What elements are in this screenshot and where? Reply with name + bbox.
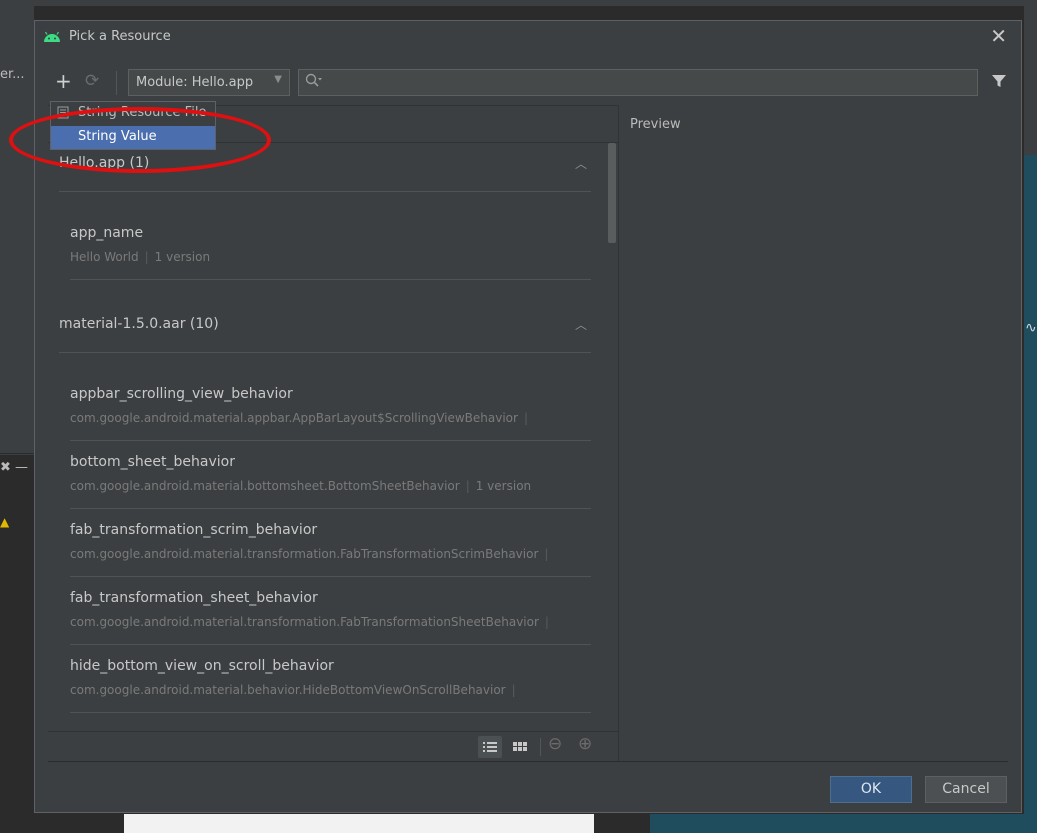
resource-name: app_name [70, 225, 144, 241]
warning-icon: ▲ [0, 515, 10, 529]
section-title: Hello.app (1) [59, 155, 150, 171]
list-item[interactable]: appbar_scrolling_view_behavior com.googl… [70, 374, 591, 441]
add-resource-button[interactable]: + [55, 71, 72, 91]
section-header-material[interactable]: material-1.5.0.aar (10) ︿ [59, 304, 591, 353]
ide-left-close-icon[interactable]: ✖ — [0, 460, 28, 475]
resource-name: fab_transformation_sheet_behavior [70, 590, 318, 606]
menu-item-label: String Resource File [78, 105, 207, 120]
separator: | [511, 683, 516, 697]
section-title: material-1.5.0.aar (10) [59, 316, 219, 332]
resource-name: fab_transformation_scrim_behavior [70, 522, 318, 538]
resource-value: com.google.android.material.appbar.AppBa… [70, 411, 528, 425]
list-scrollbar[interactable] [608, 143, 616, 243]
add-resource-popup-menu: String Resource File String Value [50, 101, 216, 150]
separator: | [544, 615, 549, 629]
resource-version: 1 version [154, 250, 211, 264]
menu-item-label: String Value [78, 129, 157, 144]
footer-divider [48, 761, 1008, 762]
menu-item-string-resource-file[interactable]: String Resource File [51, 102, 215, 124]
wave-icon: ∿ [1025, 320, 1037, 336]
ok-button[interactable]: OK [830, 776, 912, 803]
resource-list-panel: Hello.app (1) ︿ app_name Hello World | 1 v… [48, 105, 618, 762]
list-item[interactable]: hide_bottom_view_on_scroll_behavior com.… [70, 646, 591, 713]
bottom-bar-divider [540, 738, 541, 756]
search-input[interactable] [325, 73, 969, 94]
android-icon [44, 31, 60, 42]
filter-icon[interactable] [991, 73, 1007, 89]
preview-label: Preview [630, 117, 681, 132]
chevron-up-icon[interactable]: ︿ [575, 155, 587, 172]
ide-top-bar [0, 0, 1037, 6]
refresh-icon[interactable]: ⟳ [85, 71, 99, 91]
separator: | [465, 479, 470, 493]
resource-version: 1 version [475, 479, 532, 493]
preview-panel: Preview [619, 105, 1009, 761]
dialog-title: Pick a Resource [69, 29, 171, 44]
ide-right-editor [1024, 155, 1037, 833]
resource-value-text: Hello World [70, 250, 139, 264]
resource-value: com.google.android.material.transformati… [70, 615, 549, 629]
section-header-hello-app[interactable]: Hello.app (1) ︿ [59, 143, 591, 192]
resource-name: hide_bottom_view_on_scroll_behavior [70, 658, 334, 674]
grid-view-icon [513, 742, 527, 751]
resource-value: Hello World | 1 version [70, 250, 210, 264]
file-icon [57, 106, 69, 119]
resource-value-text: com.google.android.material.transformati… [70, 547, 539, 561]
resource-value: com.google.android.material.bottomsheet.… [70, 479, 531, 493]
separator: | [523, 411, 529, 425]
chevron-up-icon[interactable]: ︿ [575, 316, 587, 333]
list-item[interactable]: fab_transformation_scrim_behavior com.go… [70, 510, 591, 577]
close-icon[interactable]: ✕ [990, 26, 1007, 46]
resource-value-text: com.google.android.material.behavior.Hid… [70, 683, 506, 697]
menu-item-string-value[interactable]: String Value [51, 126, 215, 149]
resource-value-text: com.google.android.material.transformati… [70, 615, 539, 629]
list-item[interactable]: app_name Hello World | 1 version [70, 213, 591, 280]
list-item[interactable]: bottom_sheet_behavior com.google.android… [70, 442, 591, 509]
resource-name: appbar_scrolling_view_behavior [70, 386, 293, 402]
separator: | [144, 250, 149, 264]
dialog-titlebar: Pick a Resource ✕ [35, 21, 1021, 55]
toolbar-divider [116, 71, 117, 95]
resource-value: com.google.android.material.behavior.Hid… [70, 683, 516, 697]
resource-value-text: com.google.android.material.bottomsheet.… [70, 479, 460, 493]
separator: | [544, 547, 549, 561]
search-icon [305, 73, 322, 87]
resource-list[interactable]: Hello.app (1) ︿ app_name Hello World | 1 v… [48, 143, 618, 731]
resource-name: bottom_sheet_behavior [70, 454, 235, 470]
ide-bottom-editor [650, 814, 1037, 833]
toolbar: + ⟳ Module: Hello.app ▼ [35, 67, 1021, 99]
cancel-button[interactable]: Cancel [925, 776, 1007, 803]
zoom-out-icon[interactable]: ⊖ [548, 734, 562, 754]
ide-bottom-white-area [124, 814, 594, 833]
search-box[interactable] [298, 69, 978, 96]
ide-left-lower-panel [0, 455, 34, 833]
module-dropdown[interactable]: Module: Hello.app ▼ [128, 69, 290, 96]
grid-view-button[interactable] [508, 736, 532, 758]
resource-value: com.google.android.material.transformati… [70, 547, 548, 561]
chevron-down-icon: ▼ [274, 74, 282, 85]
module-dropdown-label: Module: Hello.app [136, 75, 254, 90]
list-item[interactable]: fab_transformation_sheet_behavior com.go… [70, 578, 591, 645]
list-view-button[interactable] [478, 736, 502, 758]
ide-left-text: er... [0, 67, 25, 82]
list-bottom-bar: ⊖ ⊕ [48, 731, 618, 764]
zoom-in-icon[interactable]: ⊕ [578, 734, 592, 754]
list-view-icon [483, 742, 497, 752]
resource-value-text: com.google.android.material.appbar.AppBa… [70, 411, 518, 425]
